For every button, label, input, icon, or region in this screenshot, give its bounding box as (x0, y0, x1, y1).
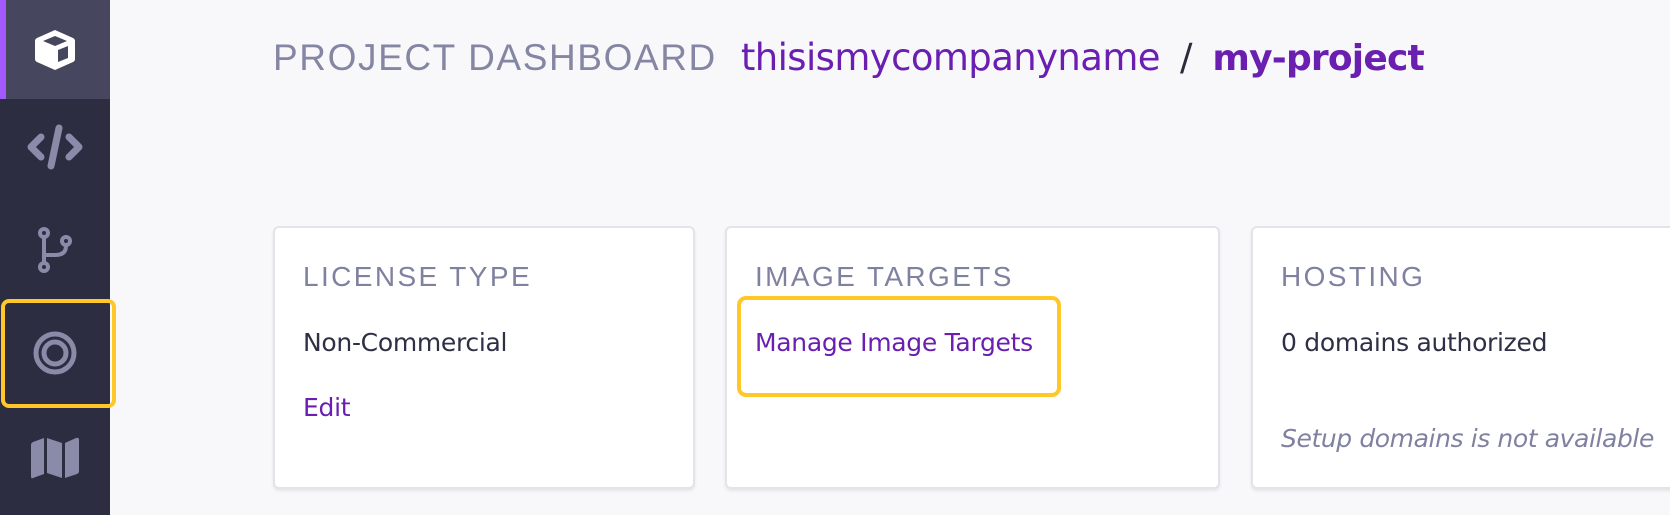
sidebar-item-branches[interactable] (0, 200, 110, 300)
image-targets-card-title: IMAGE TARGETS (755, 261, 1014, 292)
cube-icon (32, 27, 78, 73)
sidebar-item-code[interactable] (0, 99, 110, 195)
breadcrumb-company-link[interactable]: thisismycompanyname (741, 36, 1161, 79)
app-root: PROJECT DASHBOARD thisismycompanyname / … (0, 0, 1670, 515)
sidebar-item-map[interactable] (0, 408, 110, 508)
license-type-value: Non-Commercial (303, 328, 508, 357)
sidebar-item-image-targets[interactable] (0, 300, 110, 406)
sidebar (0, 0, 116, 515)
map-icon (29, 436, 81, 480)
domains-authorized-value: 0 domains authorized (1281, 328, 1548, 357)
hosting-card-title: HOSTING (1281, 261, 1426, 292)
manage-image-targets-link[interactable]: Manage Image Targets (755, 328, 1033, 357)
edit-license-link[interactable]: Edit (303, 393, 351, 422)
image-targets-card: IMAGE TARGETS Manage Image Targets (725, 226, 1220, 489)
page-title: PROJECT DASHBOARD (273, 37, 717, 78)
breadcrumb-separator: / (1179, 36, 1193, 79)
license-card: LICENSE TYPE Non-Commercial Edit (273, 226, 695, 489)
hosting-card: HOSTING 0 domains authorized Setup domai… (1251, 226, 1670, 489)
breadcrumb: PROJECT DASHBOARD thisismycompanyname / … (273, 36, 1425, 86)
breadcrumb-project: my-project (1212, 38, 1424, 79)
target-icon (31, 329, 79, 377)
license-card-title: LICENSE TYPE (303, 261, 533, 292)
setup-domains-unavailable-note: Setup domains is not available (1281, 424, 1654, 453)
git-branch-icon (35, 225, 75, 275)
sidebar-item-project[interactable] (0, 0, 110, 99)
code-icon (26, 124, 84, 170)
